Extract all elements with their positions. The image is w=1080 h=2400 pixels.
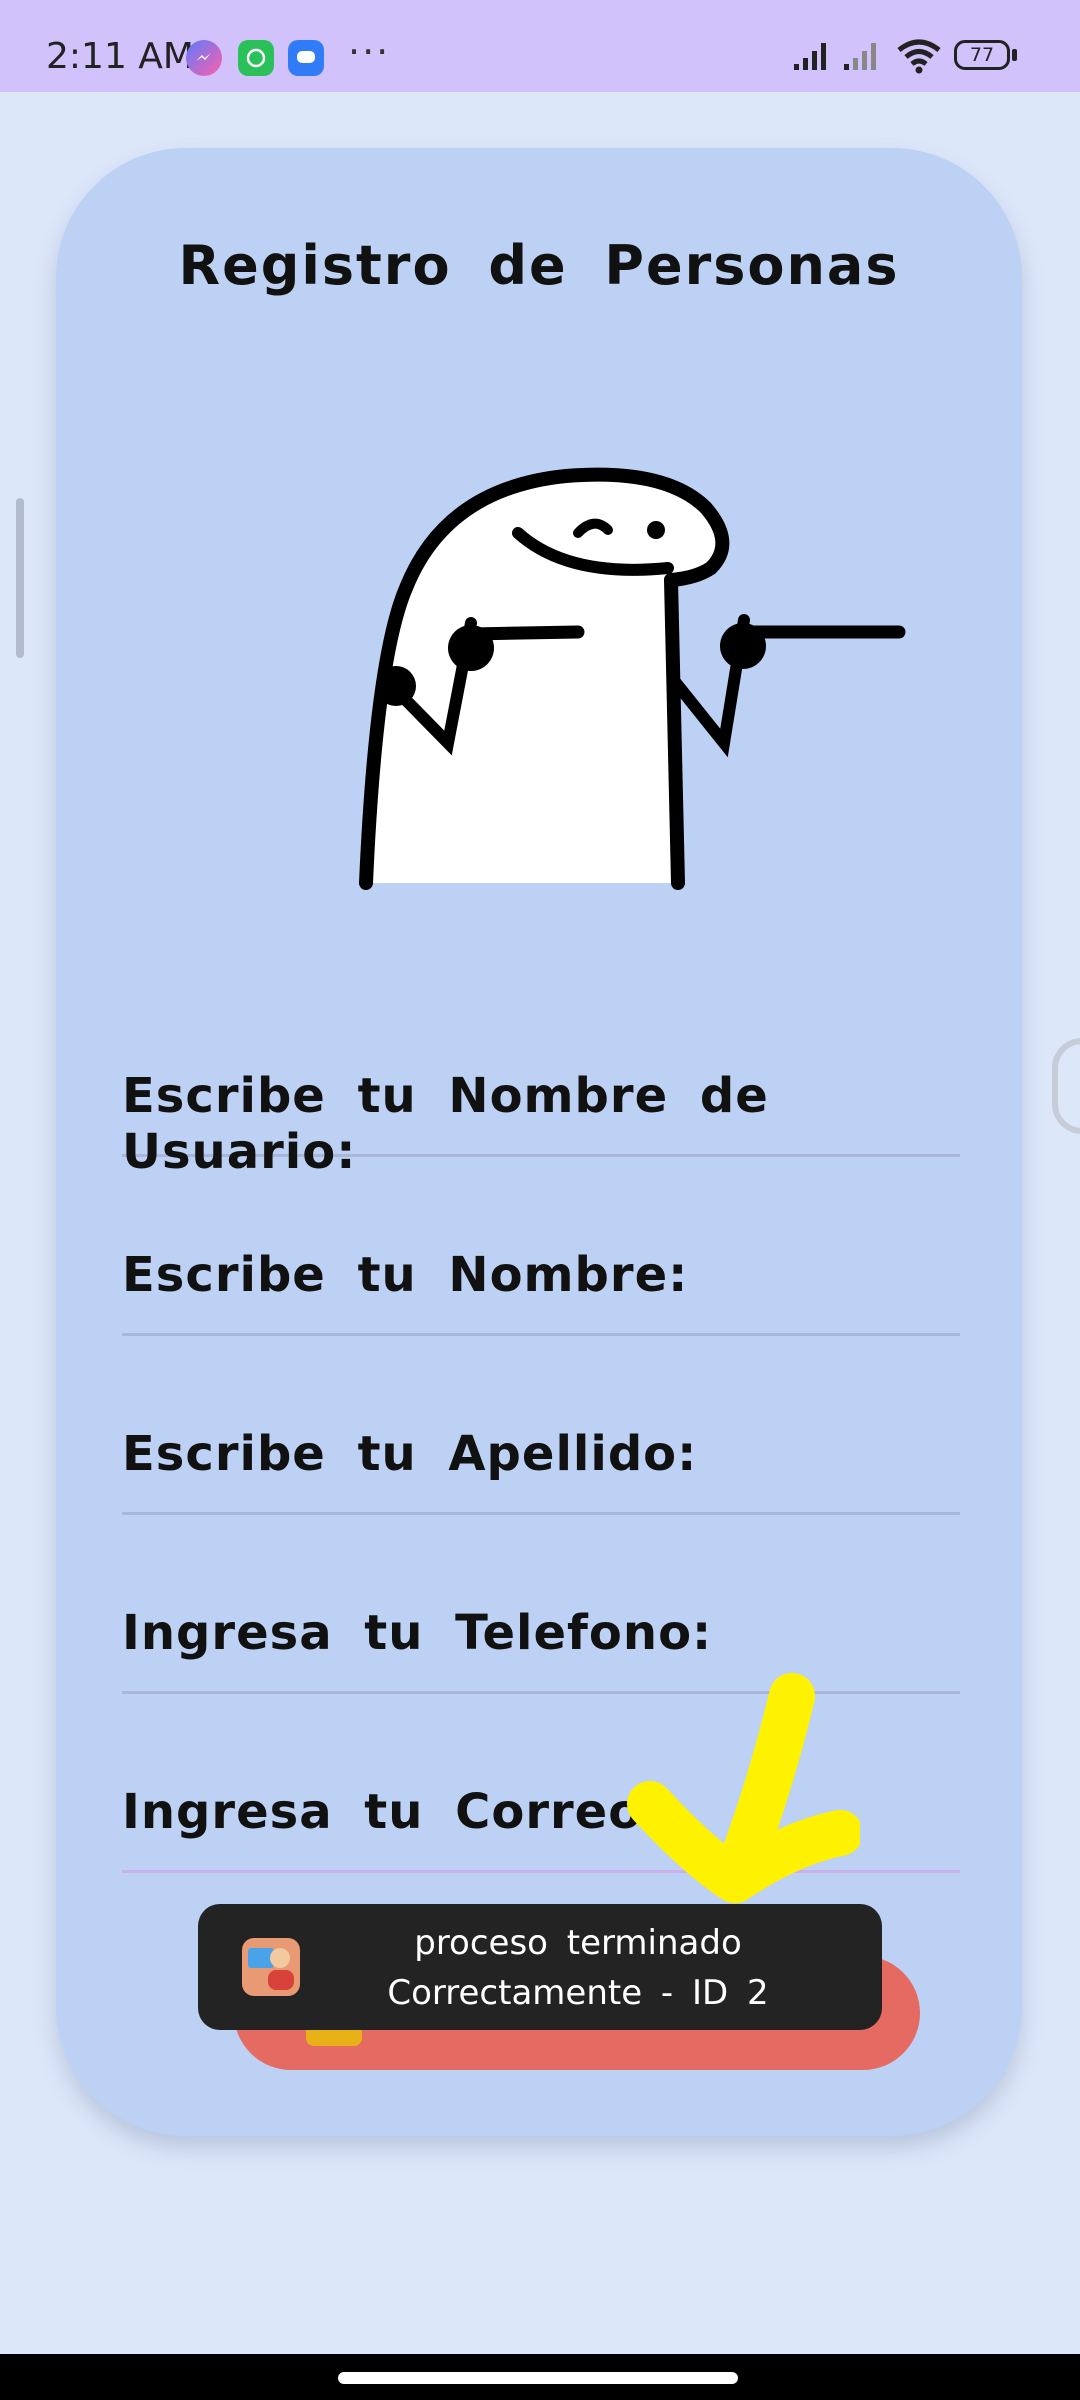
last-name-label: Escribe tu Apellido: (122, 1426, 698, 1482)
toast-message: proceso terminado Correctamente - ID 2 (318, 1918, 838, 2018)
toast-line-1: proceso terminado (414, 1923, 742, 1963)
wifi-icon (897, 39, 941, 74)
last-name-field[interactable]: Escribe tu Apellido: (122, 1412, 960, 1515)
messages-icon (288, 40, 324, 76)
edge-panel-handle[interactable] (1052, 1038, 1080, 1134)
whatsapp-icon (238, 40, 274, 76)
first-name-label: Escribe tu Nombre: (122, 1247, 689, 1303)
scroll-indicator (16, 498, 24, 658)
home-indicator[interactable] (338, 2372, 738, 2384)
email-label: Ingresa tu Correo: (122, 1784, 663, 1840)
status-bar: 2:11 AM ··· 77 (0, 0, 1080, 92)
battery-icon: 77 (954, 40, 1010, 70)
battery-tip (1012, 49, 1017, 61)
toast-line-2: Correctamente - ID 2 (387, 1973, 769, 2013)
phone-label: Ingresa tu Telefono: (122, 1605, 713, 1661)
username-label: Escribe tu Nombre de Usuario: (122, 1068, 769, 1180)
signal-secondary-icon (844, 43, 876, 70)
navigation-bar (0, 2354, 1080, 2400)
registration-card: Registro de Personas Escribe tu Nombre d… (56, 148, 1022, 2136)
username-field[interactable]: Escribe tu Nombre de Usuario: (122, 1054, 960, 1180)
signal-icon (794, 43, 826, 70)
page-title: Registro de Personas (178, 234, 900, 297)
toast-notification: proceso terminado Correctamente - ID 2 (198, 1904, 882, 2030)
messenger-icon (186, 40, 222, 76)
more-notifications-icon: ··· (348, 30, 391, 74)
annotation-arrow (627, 1673, 860, 1903)
first-name-field[interactable]: Escribe tu Nombre: (122, 1233, 960, 1336)
app-icon (242, 1938, 300, 1996)
status-time: 2:11 AM (46, 36, 194, 77)
mascot-illustration (359, 467, 906, 890)
